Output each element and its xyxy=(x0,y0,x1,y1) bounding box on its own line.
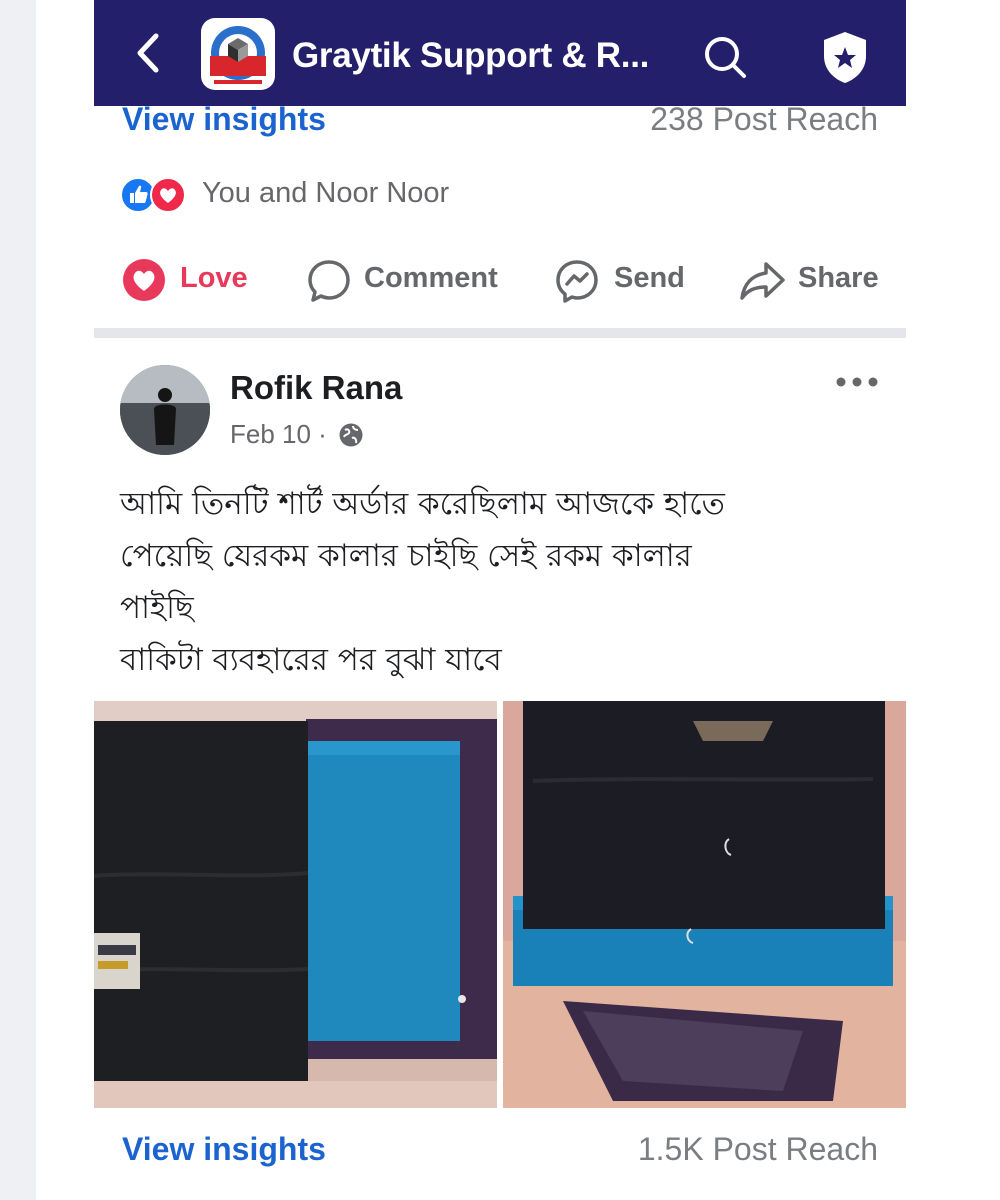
share-icon xyxy=(740,262,785,300)
more-dots-icon xyxy=(836,377,878,387)
post-reach-count: 1.5K Post Reach xyxy=(637,1131,878,1167)
shield-star-icon xyxy=(824,32,866,83)
share-label: Share xyxy=(798,262,879,294)
post-reach-count: 238 Post Reach xyxy=(650,101,878,137)
post-date[interactable]: Feb 10 · xyxy=(230,419,327,449)
page-logo[interactable] xyxy=(201,18,275,90)
love-reaction-button[interactable]: Love xyxy=(122,256,252,306)
post-text-line: বাকিটা ব্যবহারের পর বুঝা যাবে xyxy=(120,642,502,678)
left-margin xyxy=(0,0,36,1200)
page-title: Graytik Support & R... xyxy=(292,36,650,75)
post-author[interactable]: Rofik Rana xyxy=(230,369,402,407)
post-meta: Feb 10 · xyxy=(230,419,364,449)
admin-shield-button[interactable] xyxy=(820,30,870,84)
right-margin xyxy=(978,0,1000,1200)
globe-icon xyxy=(339,423,363,447)
more-options-button[interactable] xyxy=(834,372,880,392)
post-text-line: পাইছি xyxy=(120,590,194,626)
reactions-text: You and Noor Noor xyxy=(202,177,450,209)
share-button[interactable]: Share xyxy=(738,256,888,306)
comment-button[interactable]: Comment xyxy=(306,256,498,306)
view-insights-link[interactable]: View insights xyxy=(122,1131,326,1168)
page-header-bar: Graytik Support & R... xyxy=(94,0,906,106)
facebook-page-feed: Graytik Support & R... View insights 238… xyxy=(94,0,906,1200)
search-icon xyxy=(705,37,746,78)
post-text-line: আমি তিনটি শার্ট অর্ডার করেছিলাম আজকে হাত… xyxy=(120,486,725,522)
post-body: আমি তিনটি শার্ট অর্ডার করেছিলাম আজকে হাত… xyxy=(120,478,880,686)
view-insights-link[interactable]: View insights xyxy=(122,101,326,138)
post-photo[interactable] xyxy=(94,701,497,1108)
arrow-back-icon xyxy=(137,33,159,73)
post-photo[interactable] xyxy=(503,701,906,1108)
post-divider xyxy=(94,328,906,338)
messenger-icon xyxy=(556,260,598,303)
avatar[interactable] xyxy=(120,365,210,455)
send-label: Send xyxy=(614,262,685,294)
love-icon xyxy=(150,177,186,213)
love-label: Love xyxy=(180,262,248,294)
comment-icon xyxy=(308,260,350,302)
comment-label: Comment xyxy=(364,262,498,294)
post-text-line: পেয়েছি যেরকম কালার চাইছি সেই রকম কালার xyxy=(120,538,692,574)
back-button[interactable] xyxy=(128,30,168,76)
search-button[interactable] xyxy=(702,34,748,80)
love-icon xyxy=(123,259,165,301)
send-button[interactable]: Send xyxy=(554,256,694,306)
